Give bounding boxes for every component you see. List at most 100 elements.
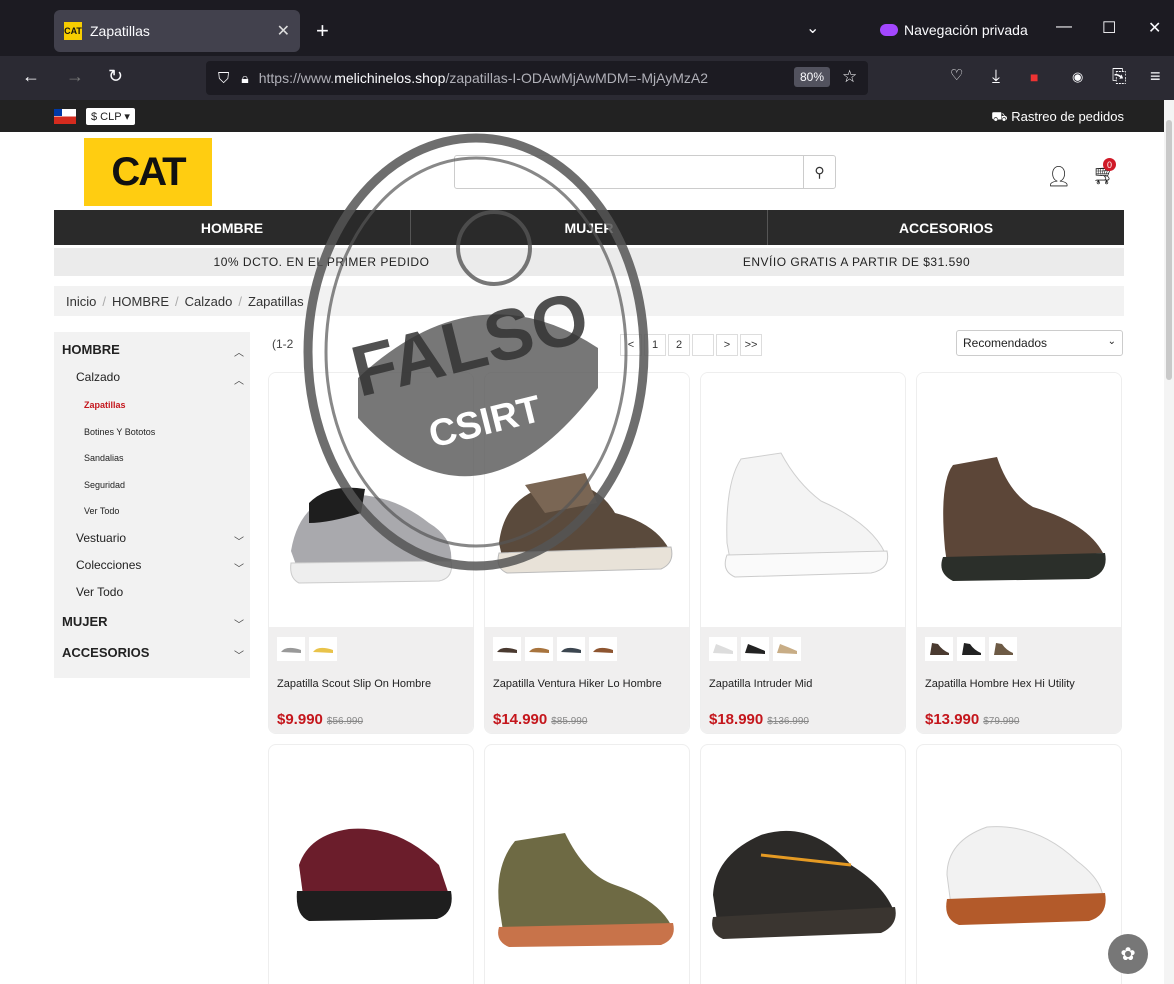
swatch-black[interactable] xyxy=(741,637,769,661)
product-name[interactable]: Zapatilla Ventura Hiker Lo Hombre xyxy=(493,677,683,691)
product-card[interactable]: Zapatilla Intruder Mid $18.990 $136.990 xyxy=(700,372,906,734)
page-last[interactable]: >> xyxy=(740,334,762,356)
pocket-icon[interactable]: ♡ xyxy=(950,66,963,84)
breadcrumb-inicio[interactable]: Inicio xyxy=(66,294,96,309)
search-input[interactable]: ⚲ xyxy=(454,155,836,189)
page-3[interactable] xyxy=(692,334,714,356)
chevron-down-icon[interactable]: ﹀ xyxy=(234,647,244,662)
maximize-icon[interactable]: ☐ xyxy=(1102,18,1116,38)
price-current: $13.990 xyxy=(925,711,980,728)
menu-icon[interactable]: ≡ xyxy=(1150,66,1161,87)
private-mask-icon xyxy=(880,24,898,36)
chevron-up-icon[interactable]: ︿ xyxy=(234,372,244,387)
result-count: (1-2 xyxy=(272,337,294,351)
product-image[interactable] xyxy=(917,373,1121,627)
swatch-brown[interactable] xyxy=(925,637,953,661)
sidebar-calzado[interactable]: Calzado xyxy=(76,370,120,384)
price-original: $56.990 xyxy=(326,716,364,727)
chevron-down-icon[interactable]: ﹀ xyxy=(234,533,244,548)
page-2[interactable]: 2 xyxy=(668,334,690,356)
sidebar-item-botines[interactable]: Botines Y Bototos xyxy=(84,427,155,437)
extension-badge-icon[interactable]: ■ xyxy=(1030,69,1038,85)
bookmark-star-icon[interactable]: ☆ xyxy=(842,67,857,87)
share-icon[interactable]: ⎘ xyxy=(1112,66,1126,87)
swatch-yellow[interactable] xyxy=(309,637,337,661)
product-card[interactable]: Zapatilla Hombre Hex Hi Utility $13.990 $… xyxy=(916,372,1122,734)
product-image[interactable] xyxy=(485,373,689,627)
swatch-grey[interactable] xyxy=(277,637,305,661)
swatch-slate[interactable] xyxy=(557,637,585,661)
page-1[interactable]: 1 xyxy=(644,334,666,356)
sidebar-colecciones[interactable]: Colecciones xyxy=(76,558,141,572)
product-name[interactable]: Zapatilla Scout Slip On Hombre xyxy=(277,677,467,691)
sidebar-item-sandalias[interactable]: Sandalias xyxy=(84,453,124,463)
main-navigation: HOMBRE MUJER ACCESORIOS xyxy=(54,210,1124,245)
product-name[interactable]: Zapatilla Hombre Hex Hi Utility xyxy=(925,677,1115,691)
nav-hombre[interactable]: HOMBRE xyxy=(54,210,411,245)
sidebar-mujer[interactable]: MUJER xyxy=(62,614,108,629)
close-tab-icon[interactable]: ✕ xyxy=(277,21,290,41)
product-image[interactable] xyxy=(701,373,905,627)
address-bar[interactable]: ⛉ 🔒︎ https://www.melichinelos.shop/zapat… xyxy=(206,61,868,95)
product-card[interactable] xyxy=(916,744,1122,984)
swatch-rust[interactable] xyxy=(589,637,617,661)
product-card[interactable]: Zapatilla Ventura Hiker Lo Hombre $14.99… xyxy=(484,372,690,734)
swatch-black[interactable] xyxy=(957,637,985,661)
new-tab-button[interactable]: + xyxy=(316,18,329,44)
price-current: $18.990 xyxy=(709,711,764,728)
swatch-brown[interactable] xyxy=(493,637,521,661)
chat-help-icon[interactable]: ✿ xyxy=(1108,934,1148,974)
zoom-level[interactable]: 80% xyxy=(794,67,831,87)
chevron-up-icon[interactable]: ︿ xyxy=(234,344,244,359)
page-scrollbar[interactable] xyxy=(1164,100,1174,984)
reload-icon[interactable]: ↻ xyxy=(108,66,123,87)
product-card[interactable]: Zapatilla Scout Slip On Hombre $9.990 $56… xyxy=(268,372,474,734)
downloads-icon[interactable]: ⤓ xyxy=(992,66,1000,87)
chevron-down-icon[interactable]: ﹀ xyxy=(234,616,244,631)
user-icon[interactable]: 👤︎ xyxy=(1046,164,1071,189)
sort-select[interactable]: Recomendados ⌄ xyxy=(956,330,1123,356)
swatch-white[interactable] xyxy=(709,637,737,661)
sidebar-item-zapatillas[interactable]: Zapatillas xyxy=(84,400,126,410)
breadcrumb-separator: / xyxy=(238,293,242,309)
sidebar-vestuario[interactable]: Vestuario xyxy=(76,531,126,545)
url-text[interactable]: https://www.melichinelos.shop/zapatillas… xyxy=(259,70,769,86)
search-icon[interactable]: ⚲ xyxy=(803,156,835,188)
list-tabs-icon[interactable]: ⌄ xyxy=(806,18,819,38)
nav-accesorios[interactable]: ACCESORIOS xyxy=(768,210,1124,245)
nav-mujer[interactable]: MUJER xyxy=(411,210,768,245)
currency-selector[interactable]: $ CLP ▾ xyxy=(86,108,135,125)
sidebar-accesorios[interactable]: ACCESORIOS xyxy=(62,645,149,660)
product-image[interactable] xyxy=(269,373,473,627)
tracking-shield-icon[interactable]: ⛉ xyxy=(218,70,229,87)
page-prev[interactable]: < xyxy=(620,334,642,356)
lock-icon[interactable]: 🔒︎ xyxy=(241,70,248,87)
product-card[interactable] xyxy=(700,744,906,984)
swatch-beige[interactable] xyxy=(773,637,801,661)
product-name[interactable]: Zapatilla Intruder Mid xyxy=(709,677,899,691)
product-card[interactable] xyxy=(268,744,474,984)
page: CAT Zapatillas ✕ + ⌄ Navegación privada … xyxy=(0,0,1174,984)
order-tracking-link[interactable]: ⛟ Rastreo de pedidos xyxy=(991,109,1124,127)
sidebar-item-seguridad[interactable]: Seguridad xyxy=(84,480,125,490)
product-card[interactable] xyxy=(484,744,690,984)
breadcrumb-hombre[interactable]: HOMBRE xyxy=(112,294,169,309)
page-next[interactable]: > xyxy=(716,334,738,356)
breadcrumb-calzado[interactable]: Calzado xyxy=(185,294,233,309)
back-icon[interactable]: ← xyxy=(22,66,40,87)
browser-tab[interactable]: CAT Zapatillas ✕ xyxy=(54,10,300,52)
swatch-olive[interactable] xyxy=(989,637,1017,661)
chevron-down-icon[interactable]: ﹀ xyxy=(234,560,244,575)
scrollbar-thumb[interactable] xyxy=(1166,120,1172,380)
minimize-icon[interactable]: — xyxy=(1056,18,1072,36)
browser-toolbar: ← → ↻ ⛉ 🔒︎ https://www.melichinelos.shop… xyxy=(0,56,1174,100)
sidebar-item-ver-todo[interactable]: Ver Todo xyxy=(84,506,119,516)
sidebar-hombre[interactable]: HOMBRE xyxy=(62,342,120,357)
chile-flag-icon xyxy=(54,109,76,124)
forward-icon[interactable]: → xyxy=(66,66,84,87)
cat-logo[interactable]: CAT xyxy=(84,138,212,206)
ip-extension-icon[interactable]: ◉ xyxy=(1072,69,1083,85)
close-window-icon[interactable]: ✕ xyxy=(1148,18,1161,38)
swatch-tan[interactable] xyxy=(525,637,553,661)
sidebar-ver-todo[interactable]: Ver Todo xyxy=(76,585,123,599)
